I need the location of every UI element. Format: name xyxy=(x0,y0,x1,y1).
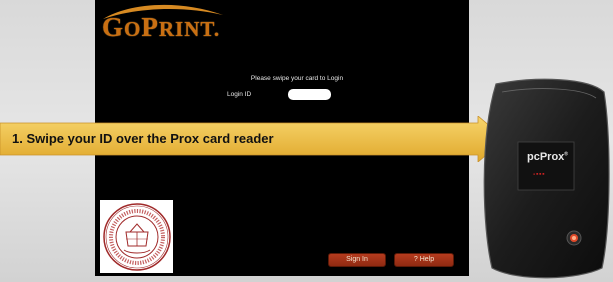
login-id-input[interactable] xyxy=(288,89,331,100)
reader-maker-mark: ● ■ ■ ■ xyxy=(533,172,545,176)
reader-brand-name: pcProx xyxy=(527,151,565,163)
login-prompt: Please swipe your card to Login xyxy=(250,75,344,82)
seal-emblem-icon xyxy=(102,202,171,271)
logo-mark: . xyxy=(213,17,221,41)
logo-letter-p: P xyxy=(141,12,159,42)
callout-instruction: 1. Swipe your ID over the Prox card read… xyxy=(12,131,274,146)
reader-brand: pcProx® xyxy=(527,151,568,163)
goprint-logo: GOPRINT. xyxy=(102,12,220,43)
logo-letter-o: O xyxy=(124,17,142,41)
logo-letters-rint: RINT xyxy=(158,17,214,41)
logo-letter-g: G xyxy=(102,12,125,42)
login-id-label: Login ID xyxy=(227,91,252,98)
university-seal xyxy=(100,200,173,273)
sign-in-button[interactable]: Sign In xyxy=(328,253,386,267)
prox-card-reader xyxy=(483,78,610,279)
reader-brand-mark: ® xyxy=(564,151,568,158)
help-button[interactable]: ? Help xyxy=(394,253,454,267)
